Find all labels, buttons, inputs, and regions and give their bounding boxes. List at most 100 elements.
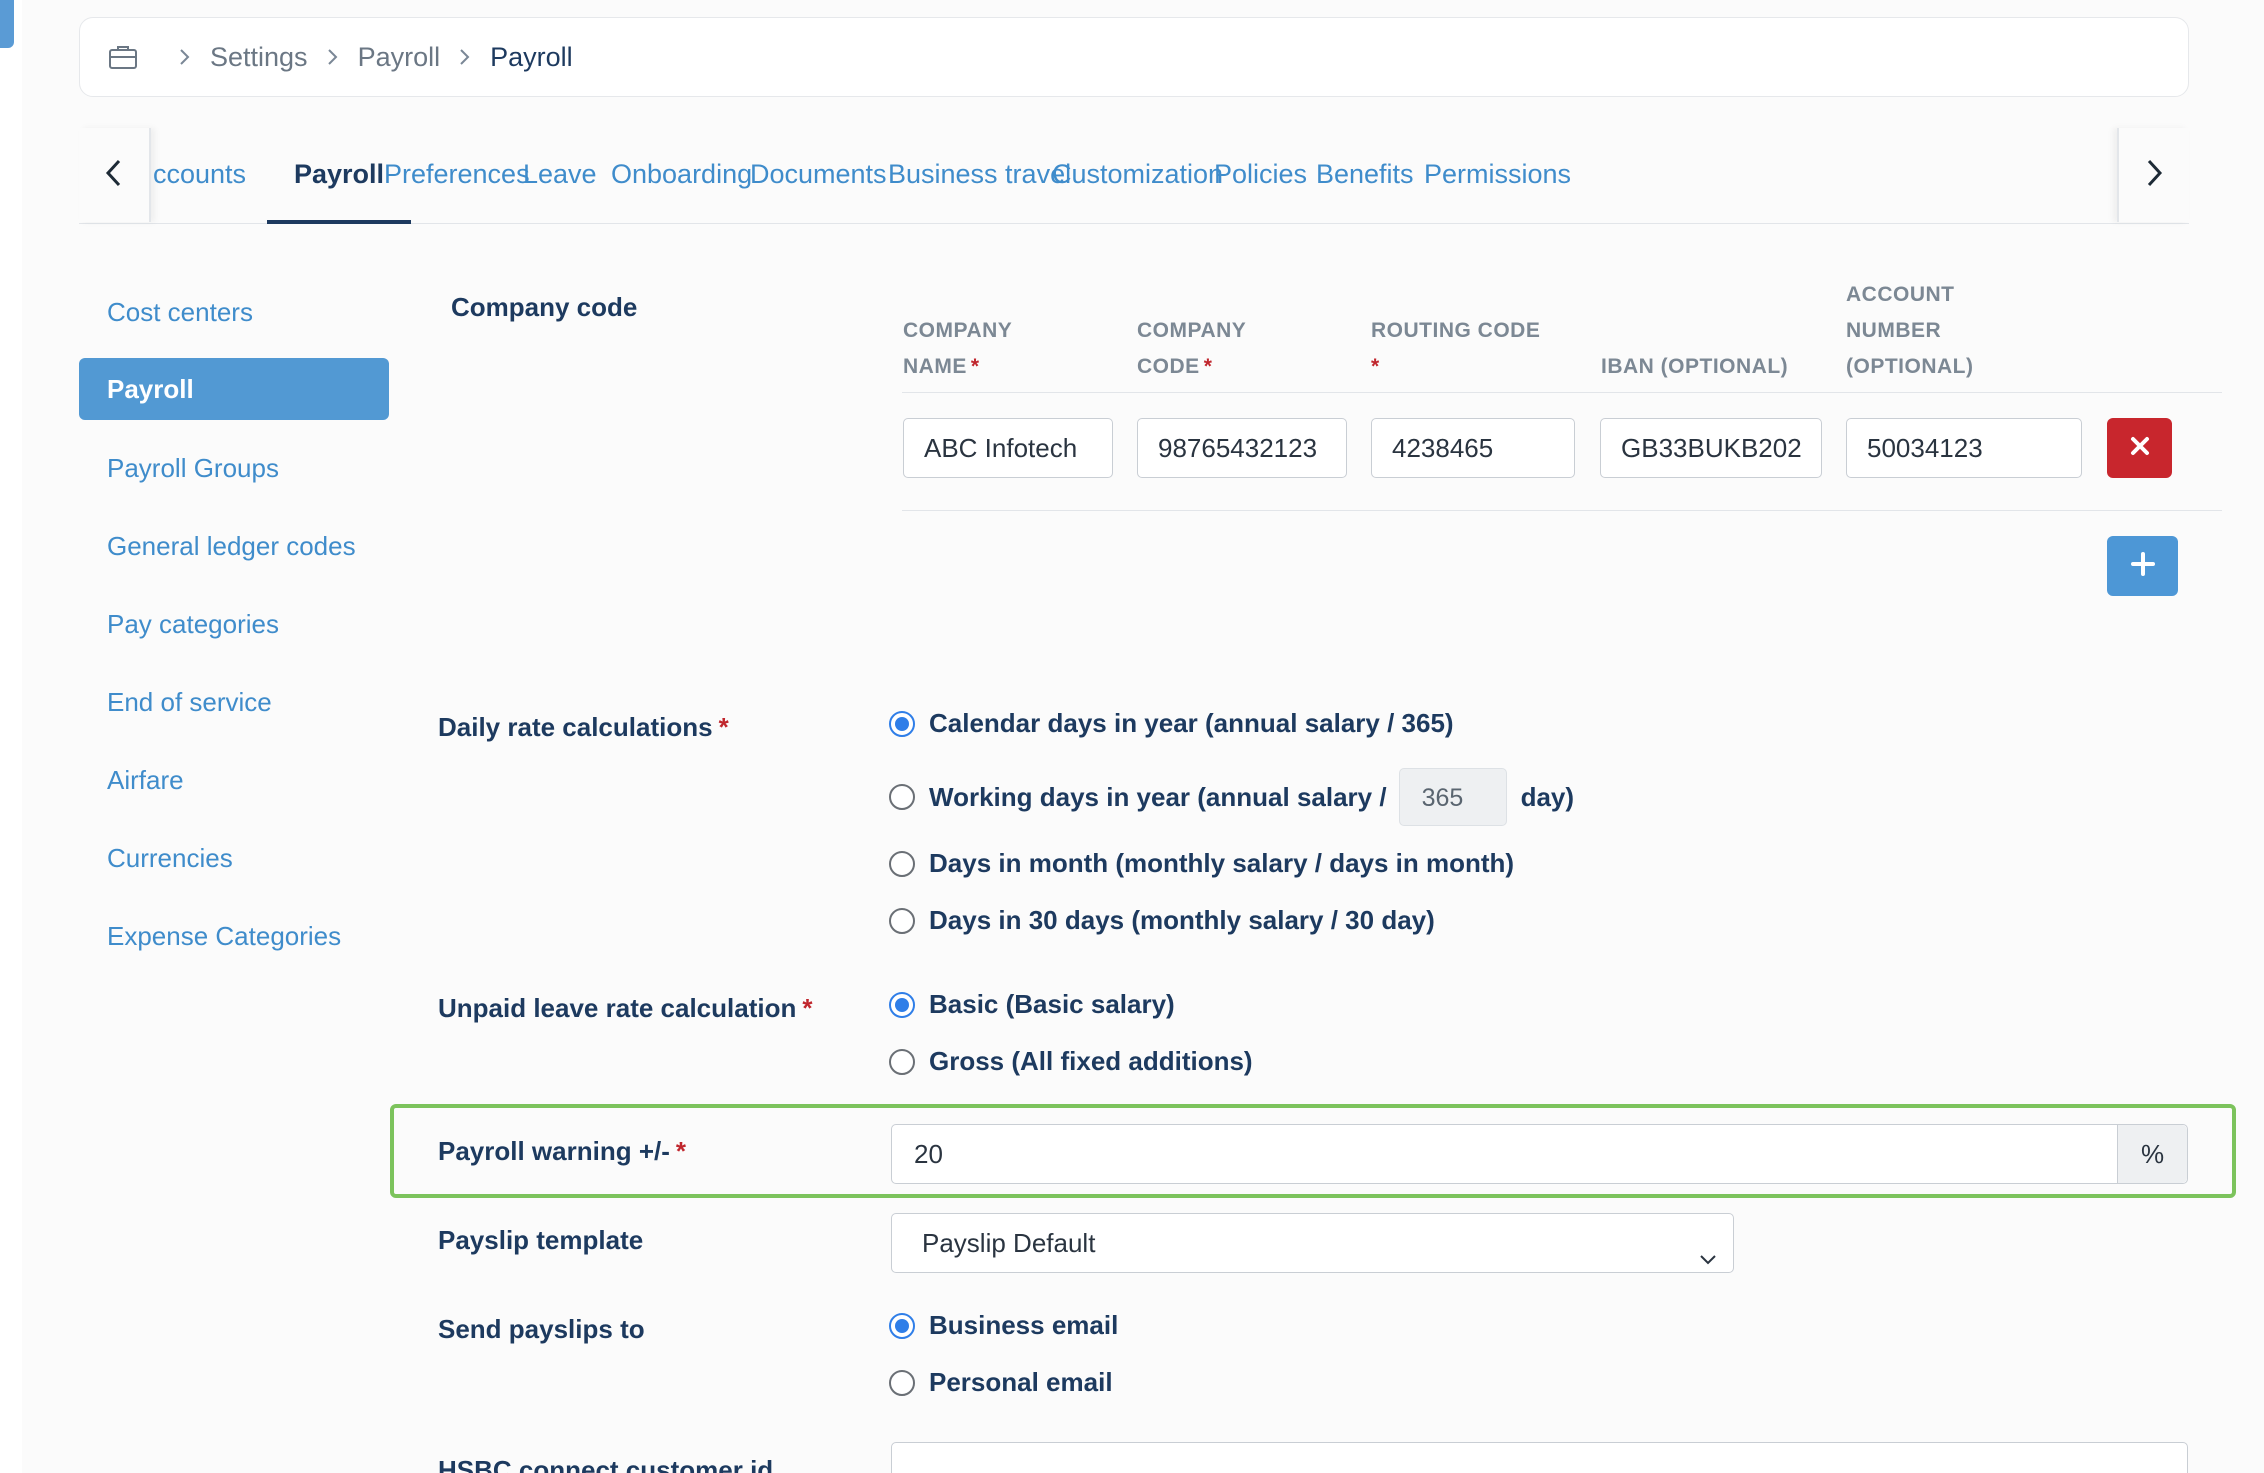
radio-label: Calendar days in year (annual salary / 3… bbox=[929, 708, 1454, 738]
delete-row-button[interactable] bbox=[2107, 418, 2172, 478]
breadcrumb-payroll[interactable]: Payroll bbox=[358, 42, 441, 73]
radio-label: Basic (Basic salary) bbox=[929, 989, 1175, 1019]
column-iban: IBAN (OPTIONAL) bbox=[1601, 355, 1789, 378]
radio-label: Days in 30 days (monthly salary / 30 day… bbox=[929, 905, 1435, 935]
payroll-warning-input-group: 20 % bbox=[891, 1124, 2188, 1184]
breadcrumb: Settings Payroll Payroll bbox=[79, 17, 2189, 97]
radio-button[interactable] bbox=[889, 784, 915, 810]
iban-input[interactable]: GB33BUKB202 bbox=[1600, 418, 1822, 478]
percent-addon: % bbox=[2117, 1125, 2187, 1183]
tabs-scroll-left-button[interactable] bbox=[79, 128, 151, 222]
tab-accounts[interactable]: ccounts bbox=[153, 128, 246, 224]
radio-button[interactable] bbox=[889, 1369, 915, 1396]
settings-tabs: ccounts Payroll Preferences Leave Onboar… bbox=[79, 128, 2189, 224]
column-company-name-line2: NAME bbox=[903, 355, 967, 378]
tab-permissions[interactable]: Permissions bbox=[1424, 128, 1571, 224]
radio-label: Business email bbox=[929, 1310, 1119, 1340]
sidebar-item-pay-categories[interactable]: Pay categories bbox=[79, 593, 389, 655]
tab-customization[interactable]: Customization bbox=[1052, 128, 1223, 224]
breadcrumb-current: Payroll bbox=[490, 41, 573, 72]
payroll-warning-label-text: Payroll warning +/- bbox=[438, 1136, 670, 1166]
tab-policies[interactable]: Policies bbox=[1214, 128, 1307, 224]
send-payslips-label: Send payslips to bbox=[438, 1314, 645, 1344]
sidebar-item-payroll[interactable]: Payroll bbox=[79, 358, 389, 420]
hsbc-customer-id-input[interactable] bbox=[891, 1442, 2188, 1473]
sidebar-item-end-of-service[interactable]: End of service bbox=[79, 671, 389, 733]
sidebar-item-cost-centers[interactable]: Cost centers bbox=[79, 281, 389, 343]
column-account-number-line3: (OPTIONAL) bbox=[1846, 355, 1974, 378]
column-company-code: COMPANY CODE * bbox=[1137, 313, 1246, 385]
tab-leave[interactable]: Leave bbox=[523, 128, 597, 224]
tab-business-travel[interactable]: Business travel bbox=[888, 128, 1071, 224]
table-header-divider bbox=[902, 392, 2222, 393]
daily-rate-label: Daily rate calculations * bbox=[438, 712, 729, 743]
required-mark: * bbox=[1371, 355, 1380, 378]
radio-button[interactable] bbox=[889, 907, 915, 934]
send-payslips-option-business[interactable]: Business email bbox=[889, 1310, 1118, 1341]
routing-code-input[interactable]: 4238465 bbox=[1371, 418, 1575, 478]
tab-onboarding[interactable]: Onboarding bbox=[611, 128, 752, 224]
company-code-input[interactable]: 98765432123 bbox=[1137, 418, 1347, 478]
required-mark: * bbox=[1203, 355, 1213, 378]
payroll-warning-label: Payroll warning +/- * bbox=[438, 1136, 686, 1167]
column-routing-code: ROUTING CODE * bbox=[1371, 313, 1540, 385]
daily-rate-option-30-days[interactable]: Days in 30 days (monthly salary / 30 day… bbox=[889, 905, 1435, 936]
sidebar-item-general-ledger-codes[interactable]: General ledger codes bbox=[79, 515, 389, 577]
column-company-code-line2: CODE bbox=[1137, 355, 1200, 378]
payroll-warning-input[interactable]: 20 bbox=[892, 1125, 2117, 1183]
briefcase-icon[interactable] bbox=[108, 44, 138, 70]
table-row-divider bbox=[902, 510, 2222, 511]
column-account-number-line2: NUMBER bbox=[1846, 319, 1942, 342]
radio-button[interactable] bbox=[889, 850, 915, 877]
radio-label: Working days in year (annual salary / bbox=[929, 781, 1387, 812]
radio-button[interactable] bbox=[889, 991, 915, 1018]
tab-benefits[interactable]: Benefits bbox=[1316, 128, 1414, 224]
send-payslips-option-personal[interactable]: Personal email bbox=[889, 1367, 1113, 1398]
unpaid-leave-label-text: Unpaid leave rate calculation bbox=[438, 993, 797, 1023]
sidebar-item-payroll-groups[interactable]: Payroll Groups bbox=[79, 437, 389, 499]
unpaid-leave-option-gross[interactable]: Gross (All fixed additions) bbox=[889, 1046, 1253, 1077]
tab-documents[interactable]: Documents bbox=[750, 128, 887, 224]
working-days-input[interactable]: 365 bbox=[1398, 768, 1507, 826]
settings-page: Settings Payroll Payroll ccounts Payroll… bbox=[22, 0, 2264, 1473]
required-mark: * bbox=[802, 993, 813, 1023]
chevron-left-icon bbox=[103, 157, 125, 194]
required-mark: * bbox=[970, 355, 980, 378]
tabs-scroll-right-button[interactable] bbox=[2117, 128, 2189, 222]
daily-rate-option-calendar[interactable]: Calendar days in year (annual salary / 3… bbox=[889, 708, 1454, 739]
payslip-template-label: Payslip template bbox=[438, 1225, 644, 1255]
plus-icon bbox=[2130, 551, 2156, 582]
radio-button[interactable] bbox=[889, 1312, 915, 1339]
radio-button[interactable] bbox=[889, 710, 915, 737]
chevron-right-icon bbox=[326, 47, 340, 67]
radio-button[interactable] bbox=[889, 1048, 915, 1075]
column-account-number: ACCOUNT NUMBER (OPTIONAL) bbox=[1846, 277, 1973, 385]
column-routing-code-line1: ROUTING CODE bbox=[1371, 319, 1541, 342]
daily-rate-label-text: Daily rate calculations bbox=[438, 712, 713, 742]
payslip-template-select[interactable]: Payslip Default bbox=[891, 1213, 1734, 1273]
radio-label: Days in month (monthly salary / days in … bbox=[929, 848, 1515, 878]
daily-rate-option-days-in-month[interactable]: Days in month (monthly salary / days in … bbox=[889, 848, 1514, 879]
unpaid-leave-label: Unpaid leave rate calculation * bbox=[438, 993, 812, 1024]
unpaid-leave-option-basic[interactable]: Basic (Basic salary) bbox=[889, 989, 1175, 1020]
chevron-down-icon bbox=[1697, 1232, 1719, 1265]
sidebar-item-airfare[interactable]: Airfare bbox=[79, 749, 389, 811]
account-number-input[interactable]: 50034123 bbox=[1846, 418, 2082, 478]
chevron-right-icon bbox=[458, 47, 472, 67]
chevron-right-icon bbox=[178, 47, 192, 67]
company-code-label: Company code bbox=[451, 292, 638, 322]
chevron-right-icon bbox=[2143, 157, 2165, 194]
column-company-code-line1: COMPANY bbox=[1137, 319, 1247, 342]
column-company-name: COMPANY NAME * bbox=[903, 313, 1012, 385]
radio-label: Gross (All fixed additions) bbox=[929, 1046, 1253, 1076]
column-account-number-line1: ACCOUNT bbox=[1846, 283, 1955, 306]
daily-rate-option-working-days[interactable]: Working days in year (annual salary / 36… bbox=[889, 768, 1574, 826]
sidebar-item-expense-categories[interactable]: Expense Categories bbox=[79, 905, 389, 967]
close-icon bbox=[2129, 435, 2151, 462]
tab-preferences[interactable]: Preferences bbox=[384, 128, 530, 224]
company-name-input[interactable]: ABC Infotech bbox=[903, 418, 1113, 478]
breadcrumb-settings[interactable]: Settings bbox=[210, 42, 308, 73]
add-row-button[interactable] bbox=[2107, 536, 2178, 596]
sidebar-item-currencies[interactable]: Currencies bbox=[79, 827, 389, 889]
tabs-track: ccounts Payroll Preferences Leave Onboar… bbox=[151, 128, 2117, 224]
